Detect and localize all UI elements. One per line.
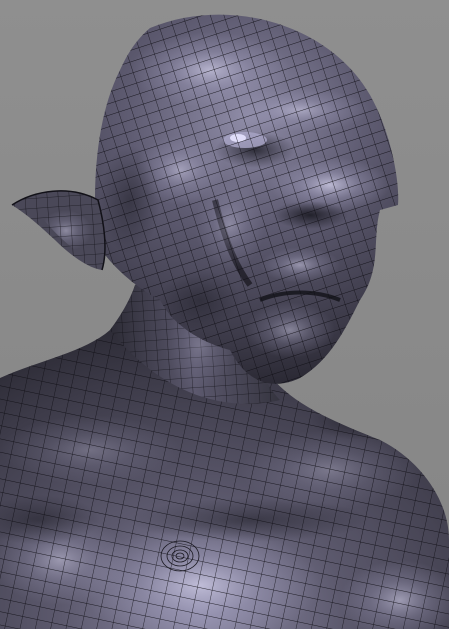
sculpt-render <box>0 0 449 629</box>
render-viewport <box>0 0 449 629</box>
